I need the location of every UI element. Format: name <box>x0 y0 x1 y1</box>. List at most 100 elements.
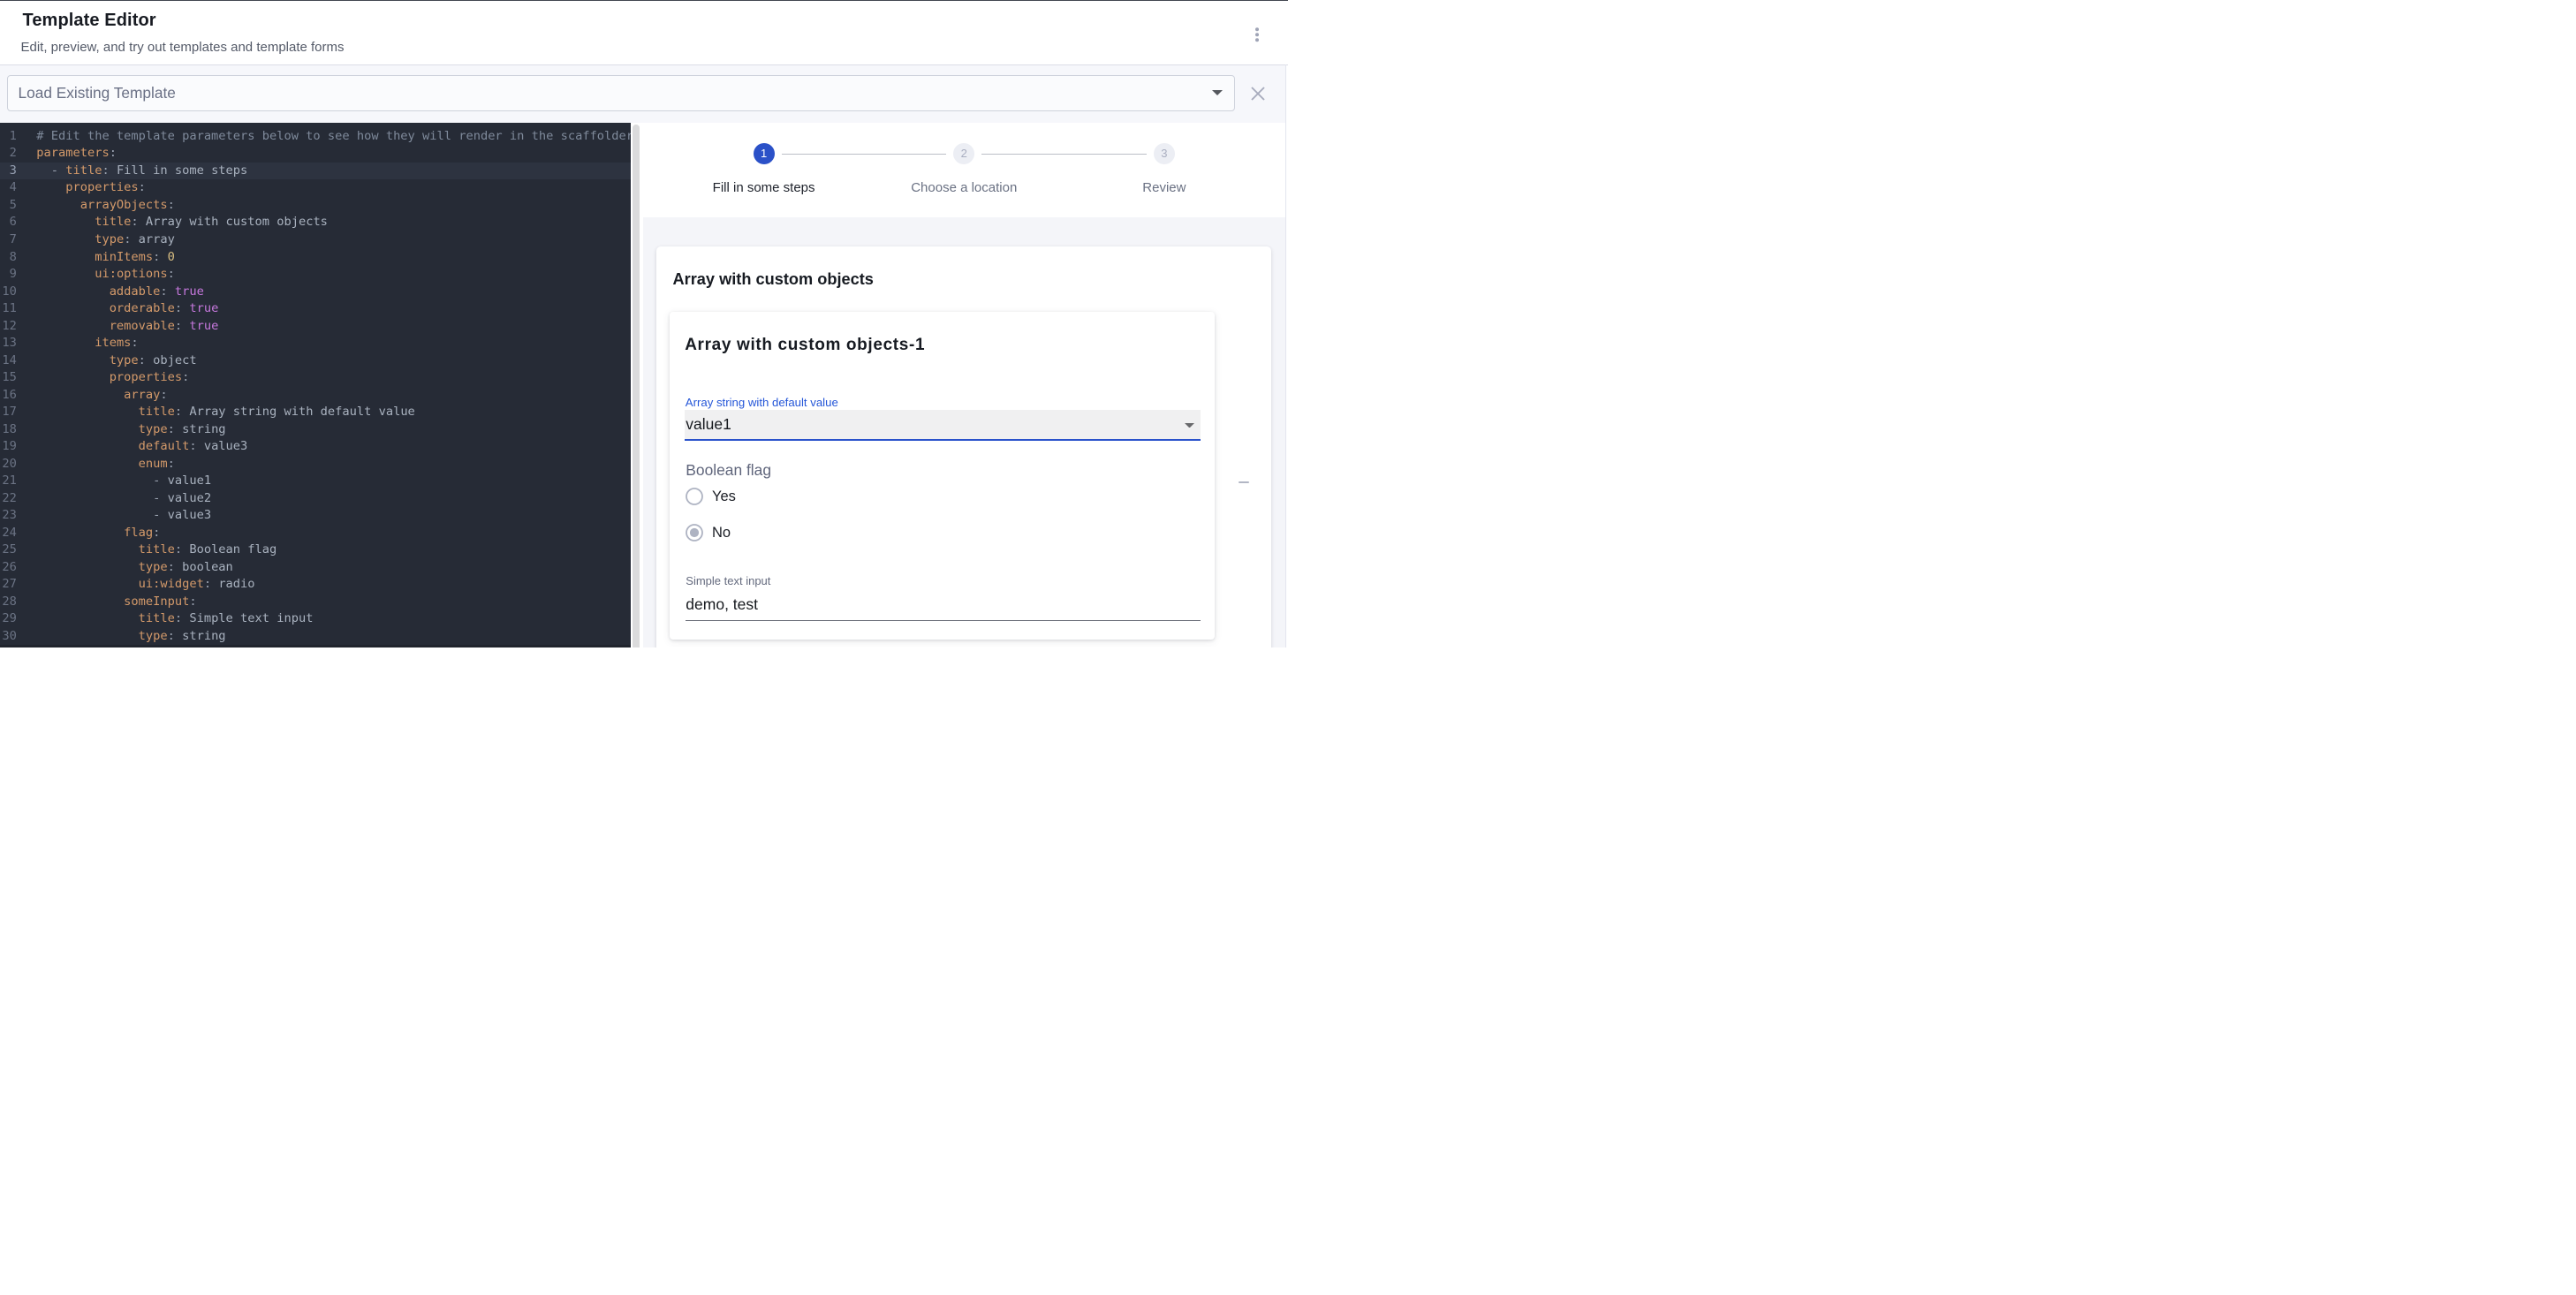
code-line-9[interactable]: 9 ui:options: <box>0 266 631 284</box>
template-toolbar: Load Existing Template <box>0 65 1285 123</box>
radio-unchecked-icon <box>686 488 703 505</box>
code-line-13[interactable]: 13 items: <box>0 335 631 352</box>
line-number: 28 <box>0 594 17 611</box>
line-content: - title: Fill in some steps <box>17 163 247 180</box>
line-content: orderable: true <box>17 300 218 318</box>
code-line-6[interactable]: 6 title: Array with custom objects <box>0 214 631 231</box>
line-content: type: boolean <box>17 559 233 577</box>
code-line-20[interactable]: 20 enum: <box>0 456 631 473</box>
code-line-2[interactable]: 2parameters: <box>0 145 631 163</box>
code-line-29[interactable]: 29 title: Simple text input <box>0 610 631 628</box>
line-number: 12 <box>0 318 17 336</box>
radio-option-label: Yes <box>712 488 736 505</box>
line-content: type: string <box>17 628 226 646</box>
line-content: - value3 <box>17 507 211 525</box>
minus-icon <box>1239 481 1249 483</box>
line-number: 4 <box>0 179 17 197</box>
code-line-1[interactable]: 1# Edit the template parameters below to… <box>0 128 631 146</box>
close-icon <box>1251 87 1265 101</box>
step-connector-1 <box>782 154 947 155</box>
line-number: 10 <box>0 284 17 301</box>
code-line-7[interactable]: 7 type: array <box>0 231 631 249</box>
line-number: 14 <box>0 352 17 370</box>
line-content: arrayObjects: <box>17 197 175 215</box>
line-number: 8 <box>0 249 17 267</box>
line-content: flag: <box>17 525 161 542</box>
code-line-30[interactable]: 30 type: string <box>0 628 631 646</box>
code-line-27[interactable]: 27 ui:widget: radio <box>0 576 631 594</box>
code-line-19[interactable]: 19 default: value3 <box>0 438 631 456</box>
text-field-underline <box>686 620 1201 621</box>
code-line-5[interactable]: 5 arrayObjects: <box>0 197 631 215</box>
line-content: properties: <box>17 369 189 387</box>
code-line-23[interactable]: 23 - value3 <box>0 507 631 525</box>
line-content: title: Boolean flag <box>17 541 277 559</box>
line-content: enum: <box>17 456 175 473</box>
select-value: value1 <box>686 415 731 434</box>
editor-scrollbar-thumb[interactable] <box>633 125 640 648</box>
code-line-3[interactable]: 3 - title: Fill in some steps <box>0 163 631 180</box>
code-line-22[interactable]: 22 - value2 <box>0 490 631 508</box>
text-field-value[interactable]: demo, test <box>686 597 758 613</box>
code-lines: 1# Edit the template parameters below to… <box>0 128 631 645</box>
editor-bottom-shade <box>0 645 631 648</box>
line-number: 2 <box>0 145 17 163</box>
radio-option-no[interactable]: No <box>686 514 731 551</box>
line-content: addable: true <box>17 284 204 301</box>
code-line-4[interactable]: 4 properties: <box>0 179 631 197</box>
code-line-11[interactable]: 11 orderable: true <box>0 300 631 318</box>
line-content: type: string <box>17 421 226 439</box>
line-content: someInput: <box>17 594 197 611</box>
panel-right-edge <box>1285 64 1286 648</box>
code-line-8[interactable]: 8 minItems: 0 <box>0 249 631 267</box>
line-number: 26 <box>0 559 17 577</box>
dropdown-arrow-icon <box>1212 90 1223 95</box>
more-options-button[interactable] <box>1241 19 1273 50</box>
select-focus-underline <box>685 439 1201 441</box>
line-content: title: Array string with default value <box>17 404 415 421</box>
line-number: 3 <box>0 163 17 180</box>
yaml-code-editor[interactable]: 1# Edit the template parameters below to… <box>0 123 631 648</box>
page-subtitle: Edit, preview, and try out templates and… <box>21 42 345 54</box>
line-content: default: value3 <box>17 438 247 456</box>
line-number: 23 <box>0 507 17 525</box>
line-number: 27 <box>0 576 17 594</box>
load-template-select[interactable]: Load Existing Template <box>7 75 1236 111</box>
code-line-17[interactable]: 17 title: Array string with default valu… <box>0 404 631 421</box>
step-label-3: Review <box>1049 180 1279 195</box>
clear-selection-button[interactable] <box>1244 80 1272 108</box>
line-number: 21 <box>0 473 17 490</box>
line-content: minItems: 0 <box>17 249 175 267</box>
array-string-select[interactable]: value1 <box>685 410 1201 438</box>
line-content: parameters: <box>17 145 117 163</box>
line-number: 24 <box>0 525 17 542</box>
text-field-label: Simple text input <box>686 575 770 587</box>
line-number: 16 <box>0 387 17 405</box>
line-number: 18 <box>0 421 17 439</box>
line-number: 13 <box>0 335 17 352</box>
step-circle-1[interactable]: 1 <box>754 143 775 164</box>
line-number: 19 <box>0 438 17 456</box>
code-line-21[interactable]: 21 - value1 <box>0 473 631 490</box>
code-line-18[interactable]: 18 type: string <box>0 421 631 439</box>
line-number: 15 <box>0 369 17 387</box>
step-circle-3[interactable]: 3 <box>1154 143 1175 164</box>
code-line-15[interactable]: 15 properties: <box>0 369 631 387</box>
line-content: # Edit the template parameters below to … <box>17 128 631 146</box>
line-content: title: Simple text input <box>17 610 314 628</box>
code-line-28[interactable]: 28 someInput: <box>0 594 631 611</box>
array-item-title: Array with custom objects-1 <box>685 337 925 353</box>
code-line-16[interactable]: 16 array: <box>0 387 631 405</box>
code-line-24[interactable]: 24 flag: <box>0 525 631 542</box>
line-number: 30 <box>0 628 17 646</box>
remove-array-item-button[interactable] <box>1227 466 1260 498</box>
code-line-10[interactable]: 10 addable: true <box>0 284 631 301</box>
code-line-12[interactable]: 12 removable: true <box>0 318 631 336</box>
step-circle-2[interactable]: 2 <box>953 143 974 164</box>
code-line-25[interactable]: 25 title: Boolean flag <box>0 541 631 559</box>
line-content: items: <box>17 335 139 352</box>
radio-option-yes[interactable]: Yes <box>686 478 736 515</box>
code-line-26[interactable]: 26 type: boolean <box>0 559 631 577</box>
line-number: 1 <box>0 128 17 146</box>
code-line-14[interactable]: 14 type: object <box>0 352 631 370</box>
